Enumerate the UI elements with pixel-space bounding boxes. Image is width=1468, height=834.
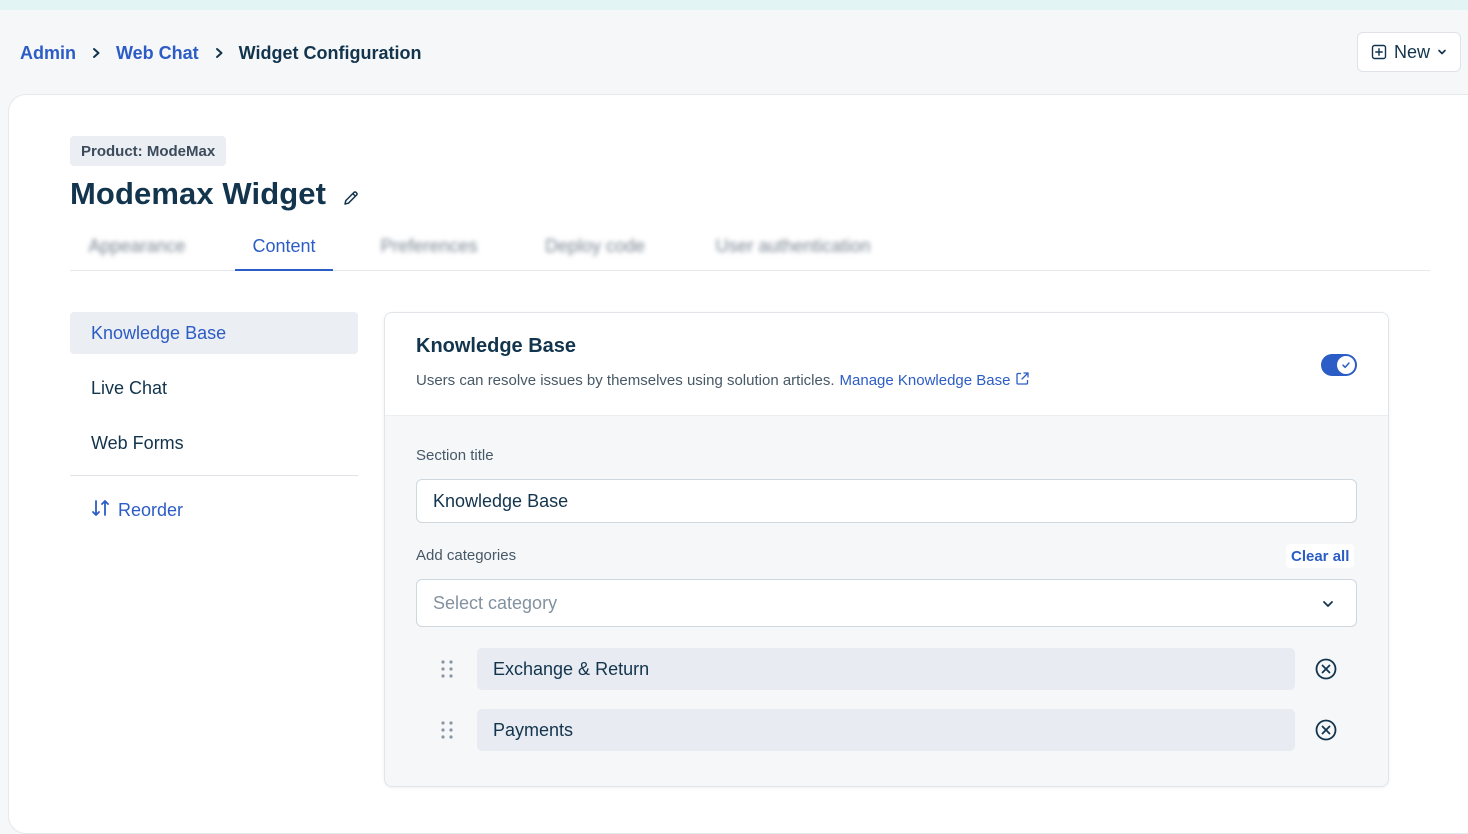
sort-arrows-icon [91, 499, 111, 522]
category-select-placeholder: Select category [433, 592, 558, 613]
external-link-icon [1015, 371, 1030, 390]
chevron-right-icon [88, 45, 104, 61]
category-row: Exchange & Return [437, 648, 1337, 690]
breadcrumb-admin[interactable]: Admin [20, 43, 76, 64]
knowledge-base-title: Knowledge Base [416, 335, 577, 357]
category-chip: Exchange & Return [477, 648, 1295, 690]
section-title-label: Section title [416, 447, 494, 464]
category-chip: Payments [477, 709, 1295, 751]
tab-bar: Appearance Content Preferences Deploy co… [70, 226, 1430, 271]
new-button-label: New [1393, 41, 1430, 62]
product-badge: Product: ModeMax [70, 136, 227, 166]
top-strip [0, 0, 1468, 10]
breadcrumb-web-chat[interactable]: Web Chat [116, 43, 199, 64]
breadcrumb: Admin Web Chat Widget Configuration [20, 40, 421, 66]
chevron-right-icon [211, 45, 227, 61]
sidebar-item-live-chat[interactable]: Live Chat [70, 367, 358, 409]
content-sidebar: Knowledge Base Live Chat Web Forms [70, 312, 358, 476]
reorder-label: Reorder [118, 499, 184, 520]
tab-preferences[interactable]: Preferences [376, 226, 482, 270]
tab-deploy-code[interactable]: Deploy code [540, 226, 650, 270]
drag-handle-icon[interactable] [437, 658, 457, 680]
chevron-down-icon [1437, 47, 1447, 57]
remove-circle-icon[interactable] [1314, 718, 1338, 742]
description-text: Users can resolve issues by themselves u… [416, 372, 835, 389]
tab-content[interactable]: Content [235, 226, 333, 271]
sidebar-divider [70, 475, 358, 476]
manage-knowledge-base-link[interactable]: Manage Knowledge Base [840, 371, 1031, 390]
page-title: Modemax Widget [70, 176, 327, 211]
remove-circle-icon[interactable] [1314, 657, 1338, 681]
sidebar-item-web-forms[interactable]: Web Forms [70, 422, 358, 464]
sidebar-item-knowledge-base[interactable]: Knowledge Base [70, 312, 358, 354]
knowledge-base-toggle[interactable] [1321, 354, 1357, 376]
tab-appearance[interactable]: Appearance [84, 226, 190, 270]
clear-all-button[interactable]: Clear all [1286, 544, 1355, 568]
drag-handle-icon[interactable] [437, 719, 457, 741]
category-select[interactable]: Select category [416, 579, 1357, 627]
chevron-down-icon [1320, 596, 1336, 612]
knowledge-base-header: Knowledge Base Users can resolve issues … [385, 313, 1388, 416]
add-categories-label: Add categories [416, 547, 517, 564]
pencil-icon[interactable] [341, 188, 361, 208]
breadcrumb-current: Widget Configuration [238, 42, 422, 63]
plus-square-icon [1371, 44, 1387, 60]
reorder-button[interactable]: Reorder [91, 497, 183, 523]
manage-link-label: Manage Knowledge Base [839, 372, 1011, 389]
category-row: Payments [437, 709, 1337, 751]
knowledge-base-description: Users can resolve issues by themselves u… [416, 371, 1030, 390]
section-title-input[interactable]: Knowledge Base [416, 479, 1357, 523]
tab-user-authentication[interactable]: User authentication [708, 226, 878, 270]
check-icon [1337, 356, 1355, 374]
knowledge-base-panel: Knowledge Base Users can resolve issues … [384, 312, 1389, 787]
new-button[interactable]: New [1357, 32, 1461, 72]
